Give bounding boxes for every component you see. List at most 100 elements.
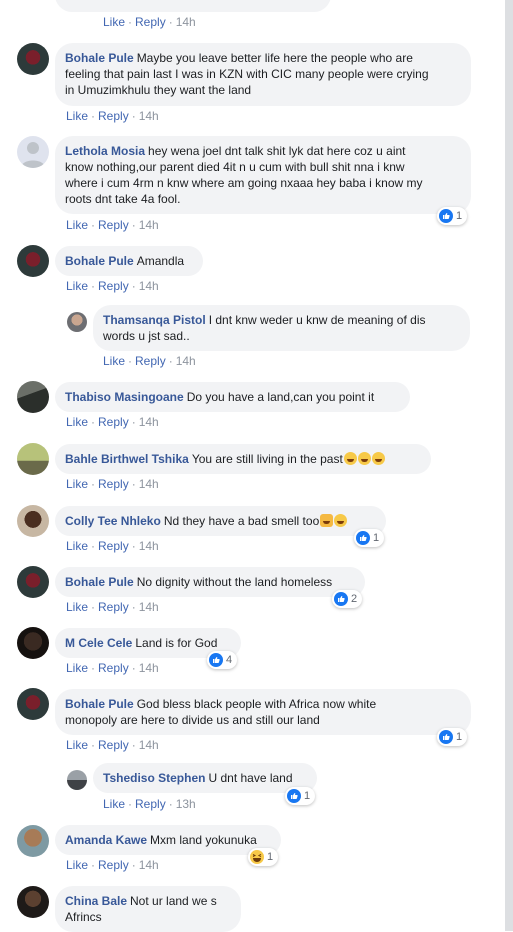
like-link[interactable]: Like xyxy=(66,218,88,232)
comment-bubble: China Bale Not ur land we s Afrincs xyxy=(55,886,241,932)
like-link[interactable]: Like xyxy=(103,15,125,29)
like-link[interactable]: Like xyxy=(66,279,88,293)
like-link[interactable]: Like xyxy=(66,477,88,491)
comment-text: where i cum 4rm n knw where am going nxa… xyxy=(65,176,423,190)
comment-bubble: Amanda Kawe Mxm land yokunuka xyxy=(55,825,281,855)
comment-text: Do you have a land,can you point it xyxy=(186,390,375,404)
comment-actions: Like · Reply · 14h xyxy=(66,661,159,675)
like-link[interactable]: Like xyxy=(103,354,125,368)
reply-link[interactable]: Reply xyxy=(98,109,129,123)
avatar[interactable] xyxy=(17,886,49,918)
avatar[interactable] xyxy=(17,443,49,475)
comment-actions: Like · Reply · 14h xyxy=(66,600,159,614)
like-link[interactable]: Like xyxy=(66,109,88,123)
author-name[interactable]: Thamsanqa Pistol xyxy=(103,313,206,327)
comment-actions: Like · Reply · 14h xyxy=(66,539,159,553)
reply-link[interactable]: Reply xyxy=(98,539,129,553)
author-name[interactable]: Amanda Kawe xyxy=(65,833,147,847)
author-name[interactable]: Bohale Pule xyxy=(65,575,134,589)
comment-text: U dnt have land xyxy=(208,771,293,785)
laughing-emoji-icon xyxy=(371,452,385,465)
author-name[interactable]: Bohale Pule xyxy=(65,254,134,268)
reaction-summary[interactable]: 1 xyxy=(437,728,468,746)
like-link[interactable]: Like xyxy=(66,600,88,614)
like-link[interactable]: Like xyxy=(66,661,88,675)
comment-actions: Like · Reply · 14h xyxy=(66,858,159,872)
author-name[interactable]: Bohale Pule xyxy=(65,51,134,65)
like-icon xyxy=(356,531,370,545)
reaction-summary[interactable]: 1 xyxy=(437,207,468,225)
reply-link[interactable]: Reply xyxy=(98,415,129,429)
avatar[interactable] xyxy=(67,770,87,790)
author-name[interactable]: Lethola Mosia xyxy=(65,144,145,158)
comment-text: monopoly are here to divide us and still… xyxy=(65,713,320,727)
comment-text: Not ur land we s xyxy=(130,894,217,908)
like-link[interactable]: Like xyxy=(66,539,88,553)
avatar[interactable] xyxy=(17,381,49,413)
reply-link[interactable]: Reply xyxy=(98,858,129,872)
comment-actions: Like · Reply · 14h xyxy=(66,218,159,232)
like-link[interactable]: Like xyxy=(103,797,125,811)
avatar[interactable] xyxy=(17,136,49,168)
comment-text: God bless black people with Africa now w… xyxy=(136,697,377,711)
comment-actions: Like · Reply · 14h xyxy=(66,415,159,429)
comment-bubble: Bohale Pule God bless black people with A… xyxy=(55,689,471,735)
comment-actions: Like · Reply · 14h xyxy=(66,279,159,293)
comment-actions: Like · Reply · 14h xyxy=(66,109,159,123)
reaction-summary[interactable]: 4 xyxy=(207,651,238,669)
comment-actions: Like · Reply · 14h xyxy=(66,477,159,491)
reply-link[interactable]: Reply xyxy=(98,600,129,614)
reply-link[interactable]: Reply xyxy=(98,477,129,491)
like-icon xyxy=(439,209,453,223)
like-icon xyxy=(209,653,223,667)
avatar[interactable] xyxy=(17,245,49,277)
comment-bubble: Colly Tee Nhleko Nd they have a bad smell… xyxy=(55,506,386,536)
comment-text: hey wena joel dnt talk shit lyk dat here… xyxy=(148,144,406,158)
partial-comment xyxy=(55,0,331,12)
author-name[interactable]: Bohale Pule xyxy=(65,697,134,711)
comment-text: Mxm land yokunuka xyxy=(150,833,257,847)
reply-link[interactable]: Reply xyxy=(135,15,166,29)
comment-text: feeling that pain last I was in KZN with… xyxy=(65,67,429,81)
comment-text: in Umuzimkhulu they want the land xyxy=(65,83,252,97)
avatar[interactable] xyxy=(17,688,49,720)
author-name[interactable]: Tshediso Stephen xyxy=(103,771,205,785)
comment-text: I dnt knw weder u knw de meaning of dis xyxy=(208,313,426,327)
avatar[interactable] xyxy=(17,627,49,659)
like-link[interactable]: Like xyxy=(66,415,88,429)
reply-link[interactable]: Reply xyxy=(98,218,129,232)
reply-link[interactable]: Reply xyxy=(98,661,129,675)
author-name[interactable]: M Cele Cele xyxy=(65,636,132,650)
avatar[interactable] xyxy=(17,566,49,598)
grin-emoji-icon xyxy=(334,514,348,527)
author-name[interactable]: Thabiso Masingoane xyxy=(65,390,184,404)
reply-link[interactable]: Reply xyxy=(98,279,129,293)
reply-link[interactable]: Reply xyxy=(135,354,166,368)
avatar[interactable] xyxy=(17,505,49,537)
like-link[interactable]: Like xyxy=(66,738,88,752)
comment-text: words u jst sad.. xyxy=(103,329,190,343)
comment-bubble: Tshediso Stephen U dnt have land xyxy=(93,763,317,793)
author-name[interactable]: Colly Tee Nhleko xyxy=(65,514,161,528)
comment-text: Nd they have a bad smell too xyxy=(163,514,320,528)
comment-bubble: Bohale Pule No dignity without the land h… xyxy=(55,567,365,597)
scrollbar[interactable] xyxy=(505,0,513,931)
comment-actions: Like · Reply · 14h xyxy=(66,738,159,752)
comment-text: know nothing,our parent died 4it n u cum… xyxy=(65,160,405,174)
reply-link[interactable]: Reply xyxy=(98,738,129,752)
reaction-summary[interactable]: 2 xyxy=(332,590,363,608)
laughing-emoji-icon xyxy=(343,452,357,465)
avatar[interactable] xyxy=(67,312,87,332)
reaction-summary[interactable]: 1 xyxy=(354,529,385,547)
avatar[interactable] xyxy=(17,43,49,75)
avatar[interactable] xyxy=(17,825,49,857)
reaction-summary[interactable]: 1 xyxy=(248,848,279,866)
comment-bubble: Lethola Mosia hey wena joel dnt talk shit… xyxy=(55,136,471,214)
like-link[interactable]: Like xyxy=(66,858,88,872)
author-name[interactable]: Bahle Birthwel Tshika xyxy=(65,452,189,466)
reply-link[interactable]: Reply xyxy=(135,797,166,811)
reaction-summary[interactable]: 1 xyxy=(285,787,316,805)
laughing-emoji-icon xyxy=(357,452,371,465)
like-icon xyxy=(334,592,348,606)
author-name[interactable]: China Bale xyxy=(65,894,127,908)
